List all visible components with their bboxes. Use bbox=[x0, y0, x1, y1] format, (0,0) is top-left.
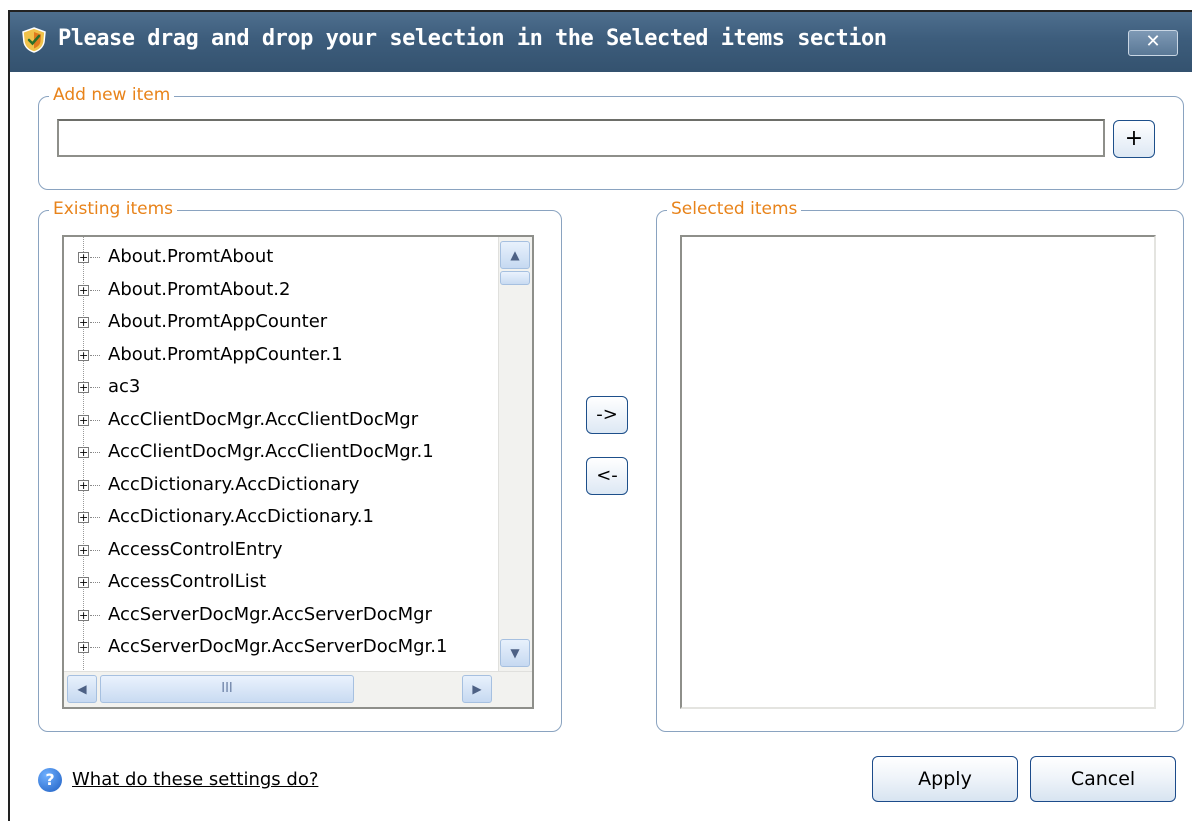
tree-connector bbox=[90, 517, 100, 518]
help-icon[interactable]: ? bbox=[38, 768, 62, 792]
tree-item-label: ac3 bbox=[108, 376, 141, 397]
tree-item-label: AccDictionary.AccDictionary bbox=[108, 473, 360, 495]
selected-items-legend: Selected items bbox=[667, 198, 802, 220]
tree-item-label: AccessControlEntry bbox=[108, 538, 283, 560]
move-to-existing-button[interactable]: <- bbox=[586, 457, 628, 495]
move-to-selected-button[interactable]: -> bbox=[586, 396, 628, 434]
arrow-down-icon: ▼ bbox=[510, 646, 520, 660]
help-link[interactable]: What do these settings do? bbox=[72, 766, 318, 794]
tree-item-label: About.PromtAbout bbox=[108, 246, 274, 267]
tree-connector bbox=[90, 549, 100, 551]
vertical-scrollbar[interactable]: ▲ ▼ bbox=[498, 237, 532, 671]
expand-icon[interactable]: + bbox=[78, 642, 89, 653]
arrow-up-icon: ▲ bbox=[510, 248, 520, 262]
title-bar[interactable]: Please drag and drop your selection in t… bbox=[10, 12, 1192, 72]
expand-icon[interactable]: + bbox=[78, 479, 89, 491]
tree-item-label: AccClientDocMgr.AccClientDocMgr bbox=[108, 408, 419, 430]
expand-icon[interactable]: + bbox=[78, 252, 89, 263]
grip-icon: III bbox=[221, 681, 233, 696]
expand-icon[interactable]: + bbox=[78, 544, 89, 556]
tree-item[interactable]: + AccClientDocMgr.AccClientDocMgr bbox=[64, 404, 494, 436]
tree-connector bbox=[90, 647, 100, 648]
expand-icon[interactable]: + bbox=[78, 609, 89, 621]
tree-item[interactable]: + AccClientDocMgr.AccClientDocMgr.1 bbox=[64, 436, 494, 468]
tree-item-label: AccDictionary.AccDictionary.1 bbox=[108, 506, 374, 527]
expand-icon[interactable]: + bbox=[78, 577, 89, 588]
tree-item[interactable]: + AccDictionary.AccDictionary bbox=[64, 469, 494, 501]
vertical-scroll-thumb[interactable] bbox=[500, 271, 530, 285]
move-left-label: <- bbox=[596, 465, 618, 486]
tree-connector bbox=[90, 484, 100, 486]
scroll-up-button[interactable]: ▲ bbox=[500, 241, 530, 269]
tree-item[interactable]: + About.PromtAppCounter.1 bbox=[64, 339, 494, 371]
scroll-down-button[interactable]: ▼ bbox=[500, 639, 530, 667]
tree-connector bbox=[90, 289, 100, 291]
tree-item-label: AccServerDocMgr.AccServerDocMgr.1 bbox=[108, 636, 448, 657]
new-item-input[interactable] bbox=[57, 119, 1105, 157]
horizontal-scrollbar[interactable]: ◀ III ▶ bbox=[64, 671, 532, 707]
expand-icon[interactable]: + bbox=[78, 512, 89, 523]
window-title: Please drag and drop your selection in t… bbox=[58, 26, 887, 51]
add-new-item-legend: Add new item bbox=[49, 84, 175, 106]
existing-items-legend: Existing items bbox=[49, 198, 178, 220]
tree-item-label: About.PromtAppCounter bbox=[108, 311, 328, 332]
tree-item[interactable]: + AccessControlEntry bbox=[64, 534, 494, 566]
tree-connector bbox=[90, 322, 100, 323]
tree-connector bbox=[90, 387, 100, 388]
tree-connector bbox=[90, 354, 100, 356]
tree-item[interactable]: + AccServerDocMgr.AccServerDocMgr bbox=[64, 599, 494, 631]
tree-item[interactable]: + About.PromtAbout.2 bbox=[64, 274, 494, 306]
add-item-button[interactable]: + bbox=[1113, 120, 1155, 158]
scroll-left-button[interactable]: ◀ bbox=[67, 675, 97, 703]
horizontal-scroll-thumb[interactable]: III bbox=[100, 675, 354, 703]
dialog-window: Please drag and drop your selection in t… bbox=[8, 10, 1192, 821]
close-button[interactable]: ✕ bbox=[1128, 30, 1178, 56]
cancel-button[interactable]: Cancel bbox=[1030, 756, 1176, 802]
selected-items-list[interactable] bbox=[680, 235, 1156, 709]
tree-item[interactable]: + About.PromtAbout bbox=[64, 241, 494, 273]
apply-button[interactable]: Apply bbox=[872, 756, 1018, 802]
move-right-label: -> bbox=[596, 404, 618, 425]
close-icon: ✕ bbox=[1145, 31, 1161, 52]
plus-icon: + bbox=[1124, 126, 1144, 151]
shield-icon bbox=[22, 27, 46, 53]
tree-item[interactable]: + About.PromtAppCounter bbox=[64, 306, 494, 338]
tree-item-label: About.PromtAbout.2 bbox=[108, 278, 291, 300]
expand-icon[interactable]: + bbox=[78, 284, 89, 296]
tree-connector bbox=[90, 452, 100, 453]
tree-item-label: AccServerDocMgr.AccServerDocMgr bbox=[108, 603, 432, 625]
scroll-right-button[interactable]: ▶ bbox=[462, 675, 492, 703]
tree-item[interactable]: + AccServerDocMgr.AccServerDocMgr.1 bbox=[64, 631, 494, 663]
expand-icon[interactable]: + bbox=[78, 414, 89, 426]
arrow-right-icon: ▶ bbox=[472, 682, 482, 696]
tree-item-label: About.PromtAppCounter.1 bbox=[108, 343, 343, 365]
tree-item-label: AccessControlList bbox=[108, 571, 267, 592]
expand-icon[interactable]: + bbox=[78, 382, 89, 393]
expand-icon[interactable]: + bbox=[78, 349, 89, 361]
tree-item[interactable]: + AccessControlList bbox=[64, 566, 494, 598]
arrow-left-icon: ◀ bbox=[77, 682, 87, 696]
expand-icon[interactable]: + bbox=[78, 317, 89, 328]
expand-icon[interactable]: + bbox=[78, 447, 89, 458]
tree-item[interactable]: + AccDictionary.AccDictionary.1 bbox=[64, 501, 494, 533]
tree-item[interactable]: + ac3 bbox=[64, 371, 494, 403]
tree-connector bbox=[90, 614, 100, 616]
tree-connector bbox=[90, 582, 100, 583]
tree-item-label: AccClientDocMgr.AccClientDocMgr.1 bbox=[108, 441, 434, 462]
existing-items-tree[interactable]: + About.PromtAbout + About.PromtAbout.2 + Abo… bbox=[62, 235, 534, 709]
tree-connector bbox=[90, 419, 100, 421]
tree-connector bbox=[90, 257, 100, 258]
